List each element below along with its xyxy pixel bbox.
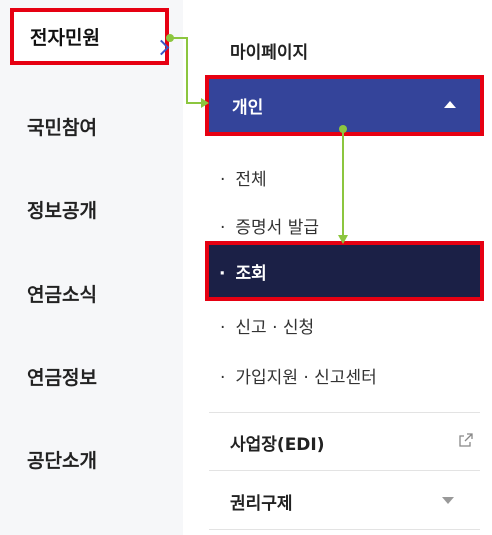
mypage-link[interactable]: 마이페이지 — [230, 38, 308, 63]
submenu-item[interactable]: · 신고 · 신청 — [220, 313, 314, 338]
left-nav-item[interactable]: 공단소개 — [27, 446, 97, 473]
highlight-jo — [205, 241, 484, 301]
submenu-item[interactable]: · 전체 — [220, 165, 267, 190]
expand-arrow-icon — [442, 497, 454, 504]
left-nav: 전자민원 국민참여 정보공개 연금소식 연금정보 공단소개 — [0, 0, 183, 535]
left-nav-item[interactable]: 정보공개 — [27, 196, 97, 223]
highlight-gaein — [205, 75, 484, 136]
bullet: · — [220, 170, 226, 190]
submenu-item[interactable]: · 가입지원 · 신고센터 — [220, 363, 377, 388]
left-nav-item[interactable]: 국민참여 — [27, 113, 97, 140]
submenu-item-label: 전체 — [235, 170, 267, 190]
external-link-icon — [459, 433, 473, 447]
left-nav-item[interactable]: 연금소식 — [27, 280, 97, 307]
divider — [209, 529, 480, 530]
bullet: · — [220, 318, 226, 338]
divider — [209, 470, 480, 471]
left-nav-item-active[interactable]: 전자민원 — [10, 8, 170, 65]
chevron-right-icon — [153, 39, 170, 56]
rights-link[interactable]: 권리구제 — [230, 489, 293, 514]
submenu-item[interactable]: · 증명서 발급 — [220, 213, 319, 238]
submenu-item-label: 신고 · 신청 — [235, 318, 315, 338]
submenu-item-label: 가입지원 · 신고센터 — [235, 368, 377, 388]
submenu-item-label: 증명서 발급 — [235, 218, 320, 238]
edi-link[interactable]: 사업장(EDI) — [230, 430, 325, 455]
bullet: · — [220, 368, 226, 388]
left-nav-item[interactable]: 연금정보 — [27, 363, 97, 390]
divider — [209, 412, 480, 413]
bullet: · — [220, 218, 226, 238]
left-nav-item-label: 전자민원 — [30, 27, 100, 49]
